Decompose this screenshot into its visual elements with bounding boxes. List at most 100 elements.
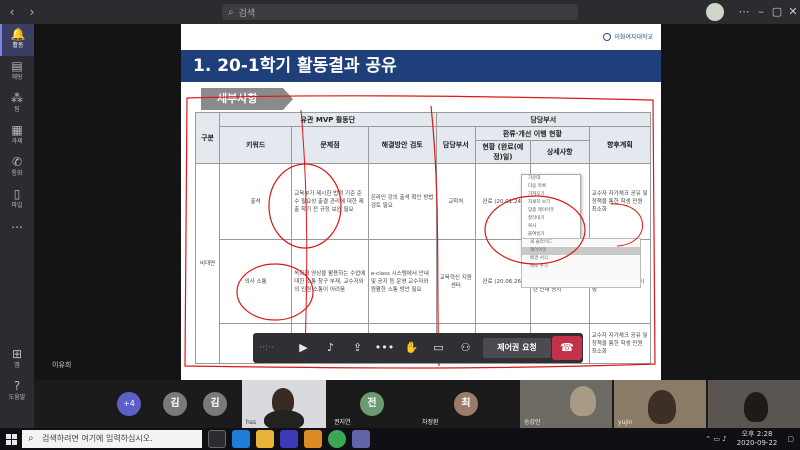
tile-label: yujin: [618, 419, 633, 426]
tile-label: 송강민: [524, 419, 541, 426]
cell-keyword: 출석: [219, 163, 293, 240]
dropdown-item[interactable]: 가운데: [522, 175, 580, 183]
search-input[interactable]: ⌕ 검색: [222, 4, 578, 20]
header-dept: 담당부서: [435, 126, 477, 164]
app-icon[interactable]: [304, 430, 322, 448]
request-control-button[interactable]: 제어권 요청: [483, 338, 551, 358]
participant-tile[interactable]: 전 권지연: [330, 380, 414, 428]
context-menu[interactable]: 새 슬라이드 레이아웃 배경 서식 메모 추가: [521, 238, 641, 288]
file-icon: ▯: [13, 187, 21, 201]
app-rail: 🔔 활동 ▤ 채팅 ⁂ 팀 ▦ 과제 ✆ 통화 ▯ 파일 ... ⊞ 앱 ? 도움말: [0, 24, 34, 428]
context-item[interactable]: 레이아웃: [522, 247, 640, 255]
tile-label: hss: [246, 419, 257, 426]
hang-up-button[interactable]: ☎: [552, 336, 582, 360]
university-logo: 이화여자대학교: [603, 32, 653, 41]
rail-label: 채팅: [11, 74, 23, 81]
rail-label: 앱: [14, 362, 20, 369]
chat-icon: ▤: [11, 59, 23, 73]
participant-figure: [570, 386, 596, 416]
chat-panel-icon[interactable]: ▭: [425, 333, 452, 363]
search-placeholder: 검색: [238, 8, 256, 19]
header-plan: 향후계획: [588, 126, 652, 164]
participants-icon[interactable]: ⚇: [452, 333, 479, 363]
participant-video-tile[interactable]: hss: [242, 380, 326, 430]
raise-hand-icon[interactable]: ✋: [398, 333, 425, 363]
participant-tile[interactable]: 최 차정환: [418, 380, 514, 428]
more-actions-icon[interactable]: •••: [371, 333, 398, 363]
rail-help[interactable]: ? 도움말: [0, 376, 34, 408]
cell-problem: 교육부가 제시한 법적 기준 준수 필요성 출결 관리에 대한 제출 학기 전 …: [291, 163, 369, 240]
close-icon[interactable]: ✕: [784, 4, 800, 20]
file-explorer-icon[interactable]: [256, 430, 274, 448]
network-icon[interactable]: ⌃ ▭ ♪: [705, 435, 726, 443]
back-arrow-icon[interactable]: ‹: [4, 4, 20, 20]
rail-assignments[interactable]: ▦ 과제: [0, 120, 34, 152]
call-controls: ··:·· ▶ ♪ ⇪ ••• ✋ ▭ ⚇ 제어권 요청: [253, 333, 583, 363]
header-status: 현황 (완료(예정)일): [475, 140, 531, 164]
shared-slide: 이화여자대학교 1. 20-1학기 활동결과 공유 세부사항 구분 유관 MVP…: [181, 24, 661, 380]
dropdown-item[interactable]: 다음 목록: [522, 183, 580, 191]
cell-plan: 교수자 자가체크 공유 및 정책을 통한 학생 민원 최소화: [588, 323, 652, 364]
share-screen-icon[interactable]: ⇪: [344, 333, 371, 363]
chrome-icon[interactable]: [328, 430, 346, 448]
notification-icon[interactable]: ▢: [787, 435, 794, 443]
cell-dept: 교육혁신 지원센터: [435, 239, 477, 324]
header-keyword: 키워드: [219, 126, 293, 164]
dropdown-item[interactable]: 가져오기: [522, 191, 580, 199]
dropdown-item[interactable]: 복사: [522, 223, 580, 231]
more-options-icon[interactable]: ⋯: [735, 4, 753, 20]
rail-files[interactable]: ▯ 파일: [0, 184, 34, 216]
phone-icon: ✆: [11, 155, 23, 169]
camera-icon[interactable]: ▶: [290, 333, 317, 363]
header-solution: 해결방안 검토: [367, 126, 437, 164]
apps-icon: ⊞: [11, 347, 23, 361]
header-group-mvp: 유관 MVP 활동단: [219, 112, 437, 127]
rail-activity[interactable]: 🔔 활동: [0, 24, 34, 56]
taskbar-search-input[interactable]: 검색하려면 여기에 입력하십시오.: [22, 430, 202, 448]
forward-arrow-icon[interactable]: ›: [24, 4, 40, 20]
participant-figure: [744, 392, 768, 422]
rail-more[interactable]: ...: [0, 214, 34, 246]
participant-video-tile[interactable]: [708, 380, 800, 428]
bell-icon: 🔔: [10, 27, 26, 41]
rail-chat[interactable]: ▤ 채팅: [0, 56, 34, 88]
windows-start-icon[interactable]: [0, 428, 22, 450]
rail-label: 과제: [11, 138, 23, 145]
avatar[interactable]: [706, 3, 724, 21]
dropdown-item[interactable]: 잘라내기: [522, 215, 580, 223]
clock[interactable]: 오후 2:28 2020-09-22: [737, 430, 778, 448]
rail-apps[interactable]: ⊞ 앱: [0, 344, 34, 376]
participant-avatar[interactable]: 김: [163, 392, 187, 416]
rail-label: 통화: [11, 170, 23, 177]
participant-avatar: 최: [454, 392, 478, 416]
logo-text: 이화여자대학교: [614, 34, 653, 41]
hang-up-icon: ☎: [560, 341, 574, 354]
task-view-icon[interactable]: [208, 430, 226, 448]
header-subgroup: 환류·개선 이행 현황: [475, 126, 590, 141]
rail-teams[interactable]: ⁂ 팀: [0, 88, 34, 120]
context-item[interactable]: 새 슬라이드: [522, 239, 640, 247]
more-participants-badge[interactable]: +4: [117, 392, 141, 416]
microphone-icon[interactable]: ♪: [317, 333, 344, 363]
header-gubun: 구분: [194, 112, 221, 164]
windows-taskbar: 검색하려면 여기에 입력하십시오. ⌃ ▭ ♪ 오후 2:28 2020-09-…: [0, 428, 800, 450]
participant-video-tile[interactable]: 송강민: [520, 380, 612, 428]
cell-dept: 교학처: [435, 163, 477, 240]
dropdown-item[interactable]: 맞춤 레이아웃: [522, 207, 580, 215]
context-item[interactable]: 배경 서식: [522, 255, 640, 263]
dropdown-item[interactable]: 자세히 보기: [522, 199, 580, 207]
tile-label: 차정환: [422, 419, 439, 426]
teams-app-icon[interactable]: [352, 430, 370, 448]
rail-calls[interactable]: ✆ 통화: [0, 152, 34, 184]
more-icon: ...: [11, 217, 23, 231]
cell-plan: 교수자 자가체크 공유 및 정책을 통한 학생 민원 최소화: [588, 163, 652, 240]
clock-time: 오후 2:28: [741, 430, 773, 438]
cell-solution: 온라인 강의 출석 확인 방법 검토 필요: [367, 163, 437, 240]
context-item[interactable]: 메모 추가: [522, 263, 640, 271]
section-tag: 세부사항: [201, 88, 293, 110]
help-icon: ?: [13, 379, 21, 393]
store-icon[interactable]: [280, 430, 298, 448]
participant-avatar[interactable]: 김: [203, 392, 227, 416]
participant-video-tile[interactable]: yujin: [614, 380, 706, 428]
edge-browser-icon[interactable]: [232, 430, 250, 448]
